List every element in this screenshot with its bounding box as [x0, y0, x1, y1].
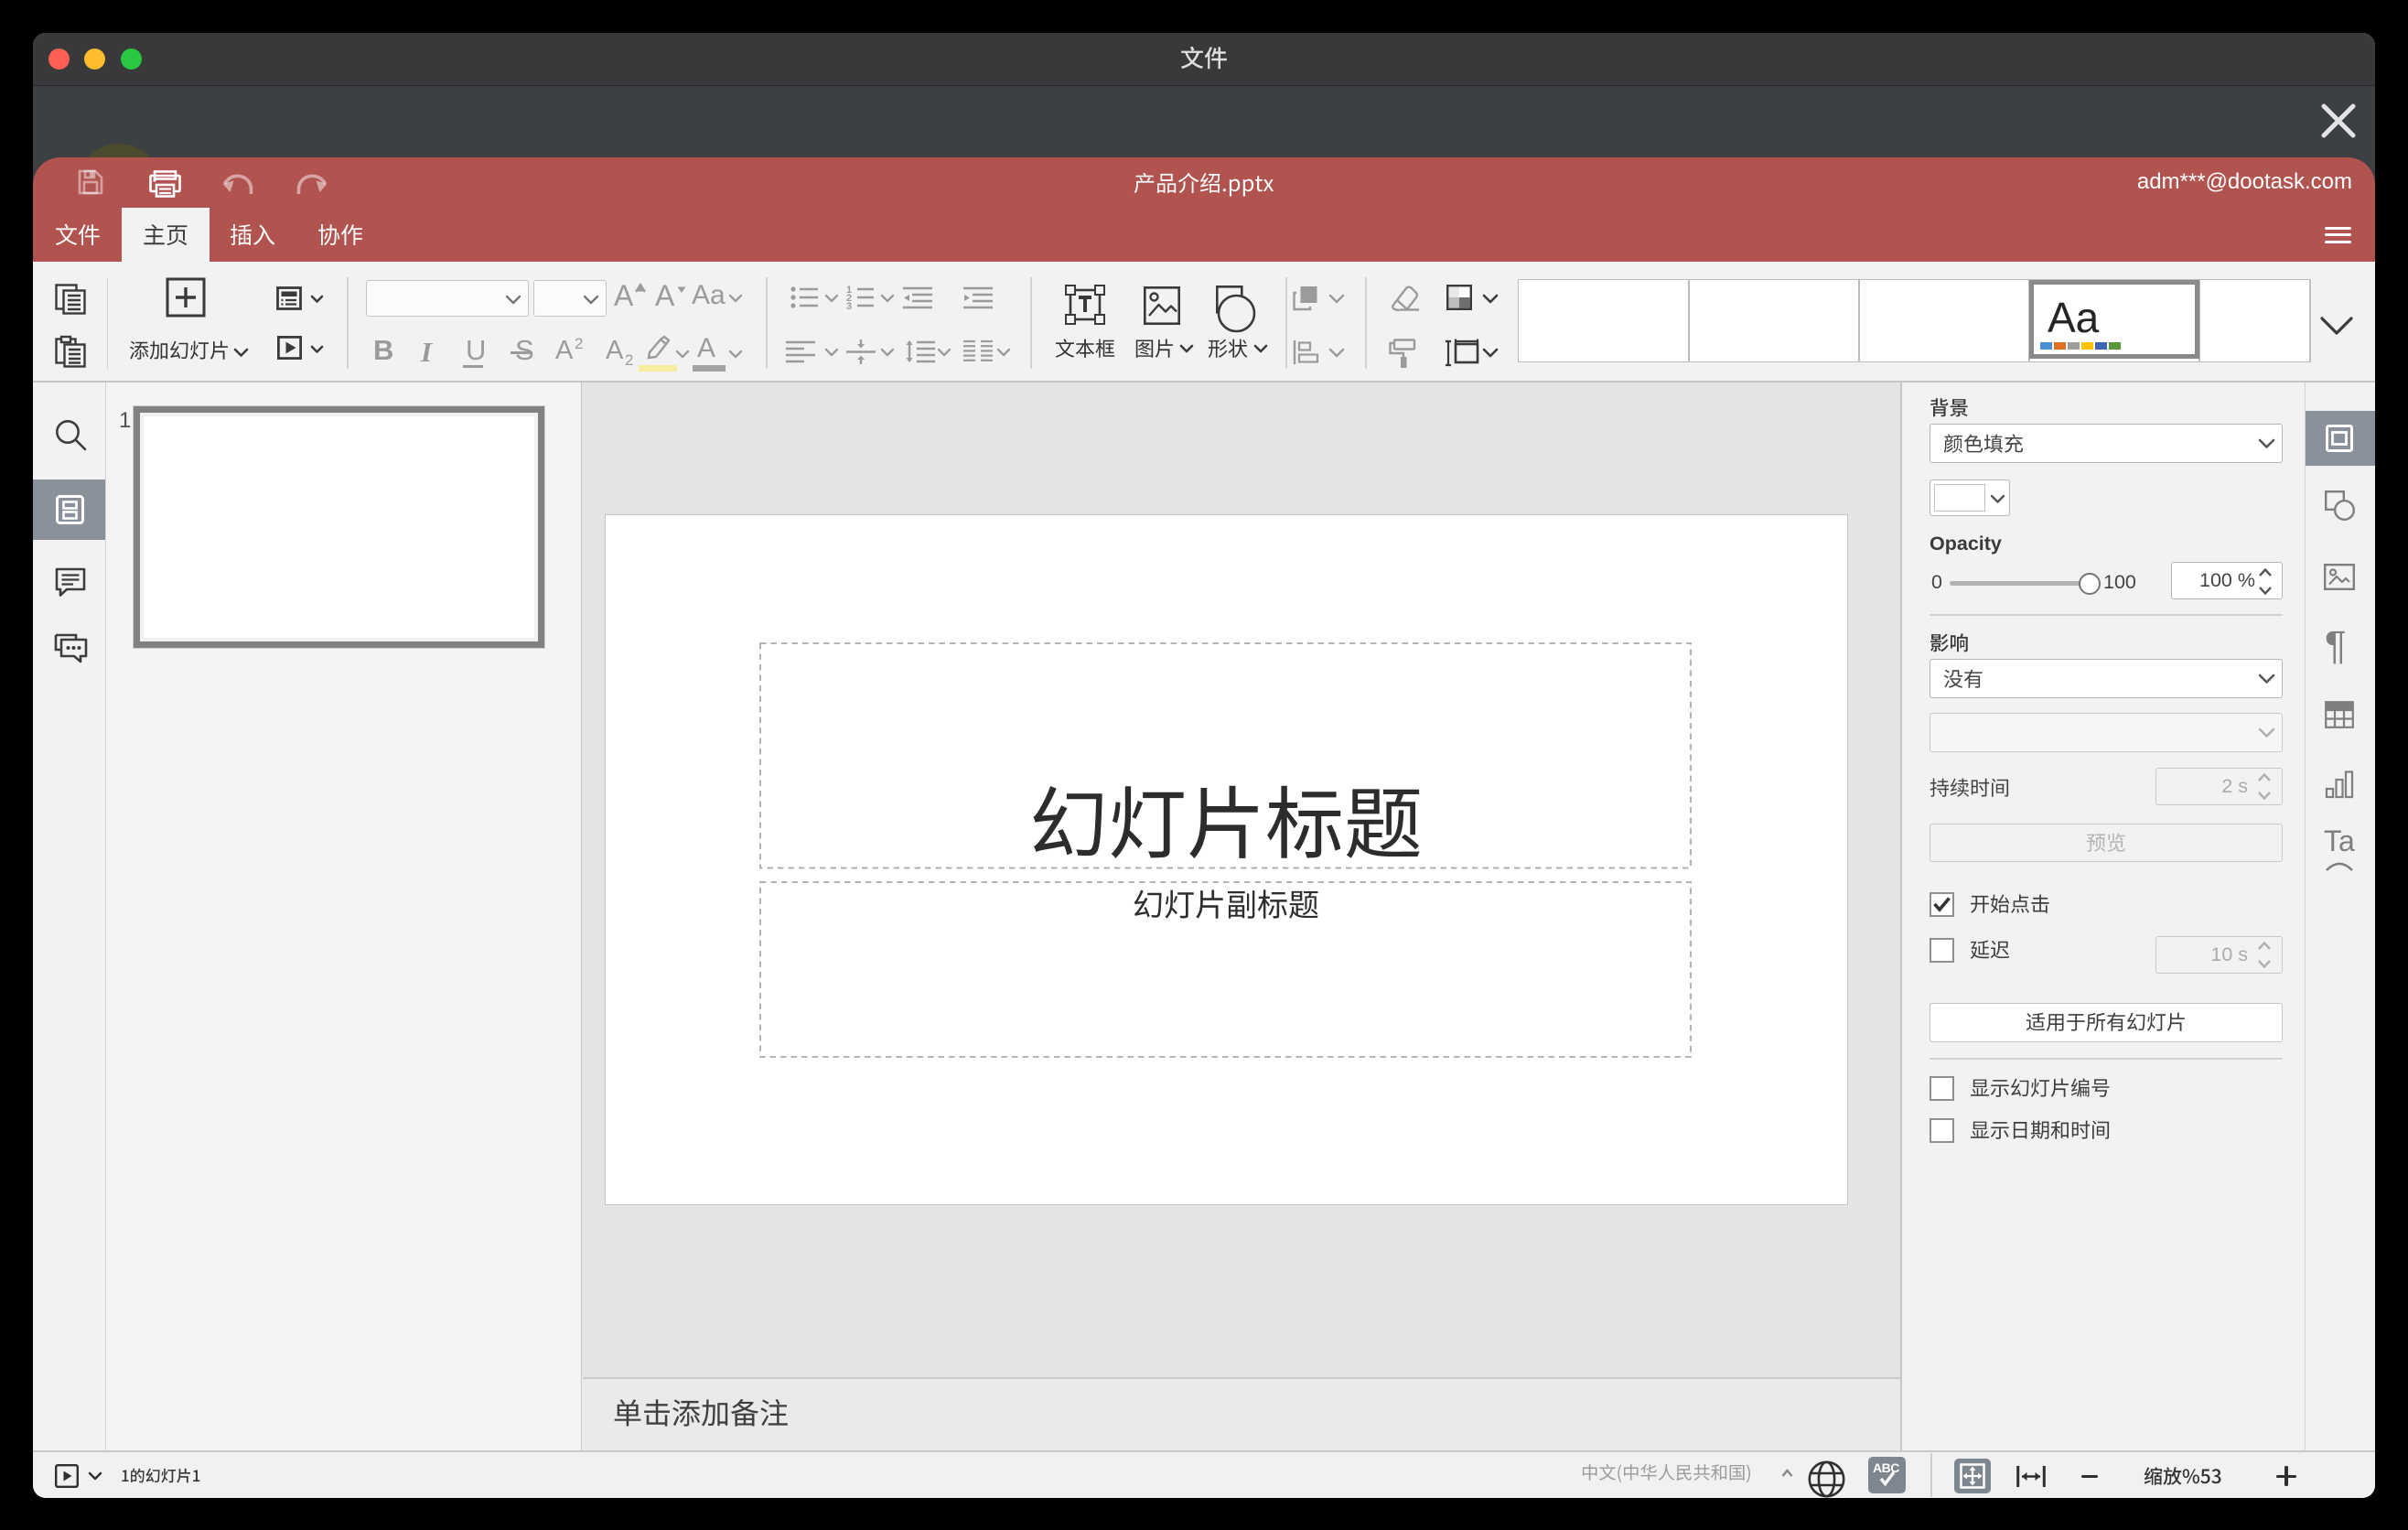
- svg-text:ABC: ABC: [1873, 1460, 1899, 1475]
- svg-text:3: 3: [846, 301, 852, 312]
